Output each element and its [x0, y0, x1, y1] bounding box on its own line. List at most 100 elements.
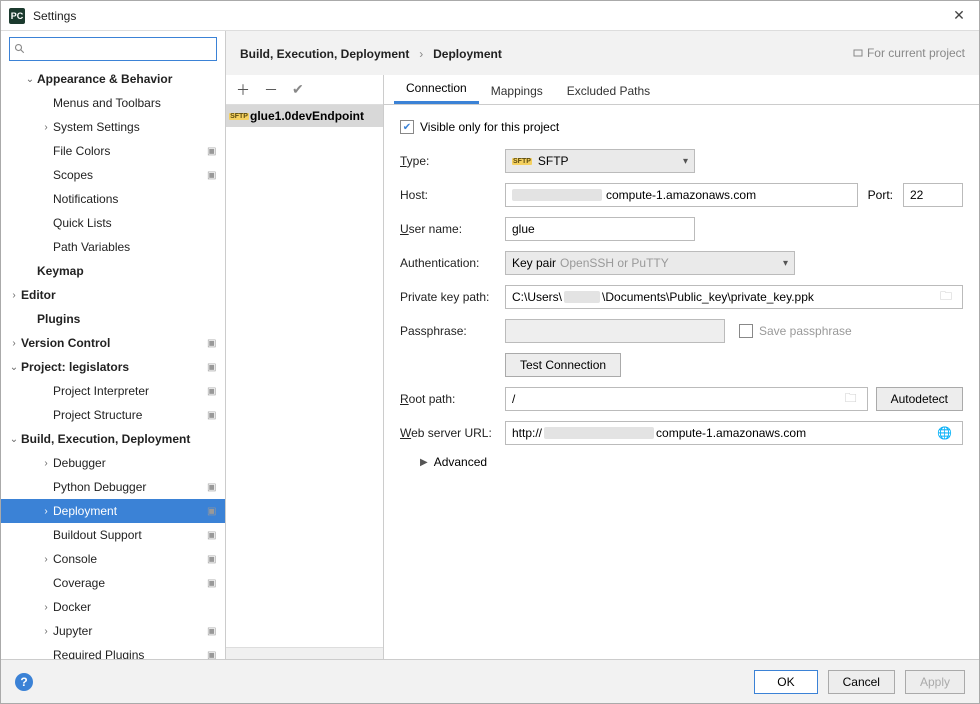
tree-item-menus-and-toolbars[interactable]: Menus and Toolbars	[1, 91, 225, 115]
app-icon: PC	[9, 8, 25, 24]
tree-item-notifications[interactable]: Notifications	[1, 187, 225, 211]
autodetect-button[interactable]: Autodetect	[876, 387, 963, 411]
server-list: SFTP glue1.0devEndpoint	[226, 105, 383, 647]
tree-item-system-settings[interactable]: ›System Settings	[1, 115, 225, 139]
type-value: SFTP	[538, 154, 569, 168]
breadcrumb-row: Build, Execution, Deployment › Deploymen…	[226, 31, 979, 75]
tree-item-project-legislators[interactable]: ⌄Project: legislators▣	[1, 355, 225, 379]
set-default-button[interactable]: ✔	[292, 81, 304, 98]
tree-item-project-structure[interactable]: Project Structure▣	[1, 403, 225, 427]
chevron-right-icon: ›	[7, 290, 21, 301]
tree-item-label: File Colors	[53, 144, 203, 158]
visible-only-row[interactable]: ✔ Visible only for this project	[400, 115, 963, 139]
apply-button[interactable]: Apply	[905, 670, 965, 694]
project-scope-icon: ▣	[207, 482, 219, 493]
project-scope-icon: ▣	[207, 146, 219, 157]
folder-icon[interactable]: 🗀	[845, 389, 861, 410]
tree-item-label: Version Control	[21, 336, 203, 350]
chevron-right-icon: ›	[39, 626, 53, 637]
tree-item-jupyter[interactable]: ›Jupyter▣	[1, 619, 225, 643]
host-input[interactable]: compute-1.amazonaws.com	[505, 183, 858, 207]
project-icon	[853, 48, 863, 58]
sftp-icon: SFTP	[232, 110, 246, 122]
search-input[interactable]	[30, 42, 212, 56]
triangle-right-icon: ▶	[420, 457, 428, 468]
tree-item-path-variables[interactable]: Path Variables	[1, 235, 225, 259]
tree-item-label: Quick Lists	[53, 216, 219, 230]
breadcrumb-part-1[interactable]: Build, Execution, Deployment	[240, 47, 409, 61]
tree-item-label: Jupyter	[53, 624, 203, 638]
tree-item-project-interpreter[interactable]: Project Interpreter▣	[1, 379, 225, 403]
tree-item-deployment[interactable]: ›Deployment▣	[1, 499, 225, 523]
tree-item-build-execution-deployment[interactable]: ⌄Build, Execution, Deployment	[1, 427, 225, 451]
root-path-label: Root path:	[400, 392, 505, 406]
server-name: glue1.0devEndpoint	[250, 109, 364, 123]
tree-item-label: Menus and Toolbars	[53, 96, 219, 110]
port-input[interactable]	[903, 183, 963, 207]
pkey-input[interactable]: C:\Users\ \Documents\Public_key\private_…	[505, 285, 963, 309]
sftp-icon: SFTP	[512, 158, 532, 165]
chevron-right-icon: ›	[39, 122, 53, 133]
tree-item-label: Editor	[21, 288, 219, 302]
globe-icon[interactable]: 🌐	[937, 426, 956, 440]
horizontal-scrollbar[interactable]	[226, 647, 383, 659]
test-connection-button[interactable]: Test Connection	[505, 353, 621, 377]
tree-item-label: Notifications	[53, 192, 219, 206]
tree-item-appearance-behavior[interactable]: ⌄Appearance & Behavior	[1, 67, 225, 91]
tree-item-buildout-support[interactable]: Buildout Support▣	[1, 523, 225, 547]
tree-item-debugger[interactable]: ›Debugger	[1, 451, 225, 475]
cancel-button[interactable]: Cancel	[828, 670, 895, 694]
root-path-input[interactable]: / 🗀	[505, 387, 868, 411]
web-url-input[interactable]: http:// compute-1.amazonaws.com 🌐	[505, 421, 963, 445]
window-title: Settings	[33, 9, 947, 23]
project-scope-icon: ▣	[207, 362, 219, 373]
current-project-hint: For current project	[853, 46, 965, 60]
save-passphrase-checkbox[interactable]: ✔	[739, 324, 753, 338]
type-combo[interactable]: SFTP SFTP ▾	[505, 149, 695, 173]
search-input-wrap[interactable]	[9, 37, 217, 61]
tab-excluded-paths[interactable]: Excluded Paths	[555, 78, 662, 104]
close-icon[interactable]: ✕	[947, 7, 971, 24]
tree-item-label: Project Structure	[53, 408, 203, 422]
settings-tree-panel: ⌄Appearance & Behavior Menus and Toolbars…	[1, 31, 226, 659]
breadcrumb-sep: ›	[419, 47, 423, 61]
tab-connection[interactable]: Connection	[394, 75, 479, 104]
tree-item-label: Deployment	[53, 504, 203, 518]
settings-tree[interactable]: ⌄Appearance & Behavior Menus and Toolbars…	[1, 67, 225, 659]
tree-item-editor[interactable]: ›Editor	[1, 283, 225, 307]
breadcrumb-part-2[interactable]: Deployment	[433, 47, 502, 61]
visible-only-label: Visible only for this project	[420, 120, 559, 134]
tree-item-plugins[interactable]: Plugins	[1, 307, 225, 331]
passphrase-label: Passphrase:	[400, 324, 505, 338]
tree-item-scopes[interactable]: Scopes▣	[1, 163, 225, 187]
tree-item-file-colors[interactable]: File Colors ▣	[1, 139, 225, 163]
help-button[interactable]: ?	[15, 673, 33, 691]
chevron-down-icon: ▾	[783, 258, 788, 269]
tree-item-quick-lists[interactable]: Quick Lists	[1, 211, 225, 235]
tree-item-docker[interactable]: ›Docker	[1, 595, 225, 619]
type-label: Type:	[400, 154, 505, 168]
chevron-down-icon: ⌄	[23, 74, 37, 85]
search-icon	[14, 43, 26, 55]
remove-server-button[interactable]: －	[264, 80, 278, 100]
visible-only-checkbox[interactable]: ✔	[400, 120, 414, 134]
folder-icon[interactable]: 🗀	[940, 287, 956, 308]
tree-item-version-control[interactable]: ›Version Control▣	[1, 331, 225, 355]
tree-item-console[interactable]: ›Console▣	[1, 547, 225, 571]
advanced-section-toggle[interactable]: ▶ Advanced	[420, 455, 963, 469]
tree-item-label: Required Plugins	[53, 648, 203, 659]
tree-item-required-plugins[interactable]: Required Plugins▣	[1, 643, 225, 659]
settings-window: PC Settings ✕ ⌄Appearance & Behavior Menu…	[0, 0, 980, 704]
server-toolbar: ＋ － ✔	[226, 75, 383, 105]
username-input[interactable]	[505, 217, 695, 241]
add-server-button[interactable]: ＋	[236, 80, 250, 100]
server-item[interactable]: SFTP glue1.0devEndpoint	[226, 105, 383, 127]
tree-item-python-debugger[interactable]: Python Debugger▣	[1, 475, 225, 499]
tree-item-coverage[interactable]: Coverage▣	[1, 571, 225, 595]
auth-combo[interactable]: Key pair OpenSSH or PuTTY ▾	[505, 251, 795, 275]
tree-item-keymap[interactable]: Keymap	[1, 259, 225, 283]
project-scope-icon: ▣	[207, 170, 219, 181]
ok-button[interactable]: OK	[754, 670, 817, 694]
tab-mappings[interactable]: Mappings	[479, 78, 555, 104]
titlebar: PC Settings ✕	[1, 1, 979, 31]
